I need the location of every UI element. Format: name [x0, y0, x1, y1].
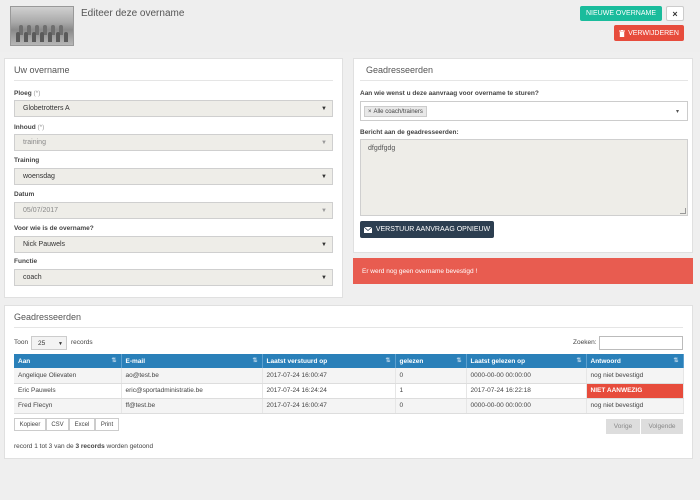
- records-length-select[interactable]: 25 ▼: [31, 336, 67, 350]
- divider: [14, 80, 333, 81]
- table-row[interactable]: Fred Flecyn ff@test.be 2017-07-24 16:00:…: [14, 398, 684, 414]
- divider: [360, 80, 688, 81]
- cell-email: ao@test.be: [121, 368, 263, 384]
- cell-gelezen-op: 2017-07-24 16:22:18: [466, 383, 587, 399]
- excel-button[interactable]: Excel: [69, 418, 95, 431]
- form-title: Uw overname: [14, 65, 70, 75]
- table-header-row: Aan ⇅ E-mail ⇅ Laatst verstuurd op ⇅ geleze…: [14, 354, 684, 368]
- cell-antwoord: nog niet bevestigd: [586, 368, 684, 384]
- sort-icon: ⇅: [111, 358, 117, 364]
- recipients-table: Aan ⇅ E-mail ⇅ Laatst verstuurd op ⇅ geleze…: [14, 354, 684, 414]
- page-title: Editeer deze overname: [81, 8, 185, 19]
- delete-button[interactable]: Verwijderen: [614, 25, 684, 41]
- sort-icon: ⇅: [673, 358, 679, 364]
- table-row[interactable]: Eric Pauwels eric@sportadministratie.be …: [14, 383, 684, 399]
- table-info: record 1 tot 3 van de 3 records worden g…: [14, 443, 154, 450]
- copy-button[interactable]: Kopieer: [14, 418, 46, 431]
- cell-gelezen-op: 0000-00-00 00:00:00: [466, 368, 587, 384]
- no-confirmation-alert: Er werd nog geen overname bevestigd !: [353, 258, 693, 284]
- caret-down-icon: ▼: [58, 341, 63, 347]
- close-button[interactable]: ×: [666, 6, 684, 21]
- cell-verstuurd: 2017-07-24 16:24:24: [262, 383, 396, 399]
- csv-button[interactable]: CSV: [46, 418, 69, 431]
- cell-gelezen-op: 0000-00-00 00:00:00: [466, 398, 587, 414]
- recipients-question: Aan wie wenst u deze aanvraag voor overn…: [360, 90, 539, 97]
- page-header: Editeer deze overname Nieuwe overname × …: [0, 0, 700, 52]
- caret-down-icon: ▼: [321, 242, 327, 248]
- previous-page-button[interactable]: Vorige: [606, 419, 640, 434]
- sort-icon: ⇅: [252, 358, 258, 364]
- cell-aan: Fred Flecyn: [14, 398, 122, 414]
- message-textarea[interactable]: dfgdfgdg: [360, 139, 688, 216]
- column-header-email[interactable]: E-mail ⇅: [121, 354, 263, 368]
- caret-down-icon: ▼: [321, 208, 327, 214]
- column-header-aan[interactable]: Aan ⇅: [14, 354, 122, 368]
- trash-icon: [619, 29, 626, 37]
- cell-aan: Eric Pauwels: [14, 383, 122, 399]
- caret-down-icon: ▾: [675, 109, 679, 115]
- caret-down-icon: ▼: [321, 140, 327, 146]
- message-text: dfgdfgdg: [368, 145, 396, 152]
- ploeg-label: Ploeg (*): [14, 90, 41, 97]
- functie-select[interactable]: coach ▼: [14, 269, 333, 286]
- table-row[interactable]: Angelique Olievaten ao@test.be 2017-07-2…: [14, 368, 684, 384]
- tag-remove-icon[interactable]: ×: [368, 109, 372, 115]
- divider: [14, 327, 683, 328]
- cell-email: eric@sportadministratie.be: [121, 383, 263, 399]
- cell-gelezen: 1: [395, 383, 467, 399]
- recipients-title: Geadresseerden: [366, 65, 434, 75]
- ploeg-select[interactable]: Globetrotters A ▼: [14, 100, 333, 117]
- cell-verstuurd: 2017-07-24 16:00:47: [262, 368, 396, 384]
- voor-wie-select[interactable]: Nick Pauwels ▼: [14, 236, 333, 253]
- caret-down-icon: ▼: [321, 106, 327, 112]
- caret-down-icon: ▼: [321, 174, 327, 180]
- cell-email: ff@test.be: [121, 398, 263, 414]
- envelope-icon: [363, 226, 372, 233]
- new-overname-button[interactable]: Nieuwe overname: [580, 6, 662, 21]
- sort-icon: ⇅: [576, 358, 582, 364]
- resize-handle-icon[interactable]: [680, 208, 686, 214]
- sort-icon: ⇅: [385, 358, 391, 364]
- cell-gelezen: 0: [395, 398, 467, 414]
- message-label: Bericht aan de geadresseerden:: [360, 129, 459, 136]
- next-page-button[interactable]: Volgende: [641, 419, 683, 434]
- cell-verstuurd: 2017-07-24 16:00:47: [262, 398, 396, 414]
- search-input[interactable]: [599, 336, 683, 350]
- cell-gelezen: 0: [395, 368, 467, 384]
- datum-label: Datum: [14, 191, 35, 198]
- training-select[interactable]: woensdag ▼: [14, 168, 333, 185]
- training-label: Training: [14, 157, 40, 164]
- recipient-tag: × Alle coach/trainers: [364, 106, 427, 117]
- table-panel-title: Geadresseerden: [14, 312, 82, 322]
- print-button[interactable]: Print: [95, 418, 119, 431]
- voor-wie-label: Voor wie is de overname?: [14, 225, 94, 232]
- inhoud-label: Inhoud (*): [14, 124, 45, 131]
- send-request-label: Verstuur aanvraag opnieuw: [375, 226, 491, 233]
- recipients-select[interactable]: × Alle coach/trainers ▾: [360, 101, 688, 121]
- length-suffix: records: [71, 339, 93, 346]
- cell-antwoord: NIET AANWEZIG: [586, 383, 684, 399]
- delete-button-label: Verwijderen: [628, 29, 679, 37]
- cell-aan: Angelique Olievaten: [14, 368, 122, 384]
- search-label: Zoeken:: [573, 339, 597, 346]
- column-header-gelezen[interactable]: gelezen ⇅: [395, 354, 467, 368]
- sort-icon: ⇅: [456, 358, 462, 364]
- column-header-verstuurd[interactable]: Laatst verstuurd op ⇅: [262, 354, 396, 368]
- inhoud-select[interactable]: training ▼: [14, 134, 333, 151]
- column-header-antwoord[interactable]: Antwoord ⇅: [586, 354, 684, 368]
- cell-antwoord: nog niet bevestigd: [586, 398, 684, 414]
- caret-down-icon: ▼: [321, 275, 327, 281]
- functie-label: Functie: [14, 258, 38, 265]
- length-prefix: Toon: [14, 339, 29, 346]
- column-header-gelezen-op[interactable]: Laatst gelezen op ⇅: [466, 354, 587, 368]
- team-photo-thumbnail: [10, 6, 74, 46]
- datum-select[interactable]: 05/07/2017 ▼: [14, 202, 333, 219]
- send-request-button[interactable]: Verstuur aanvraag opnieuw: [360, 221, 494, 238]
- tag-label: Alle coach/trainers: [373, 108, 423, 115]
